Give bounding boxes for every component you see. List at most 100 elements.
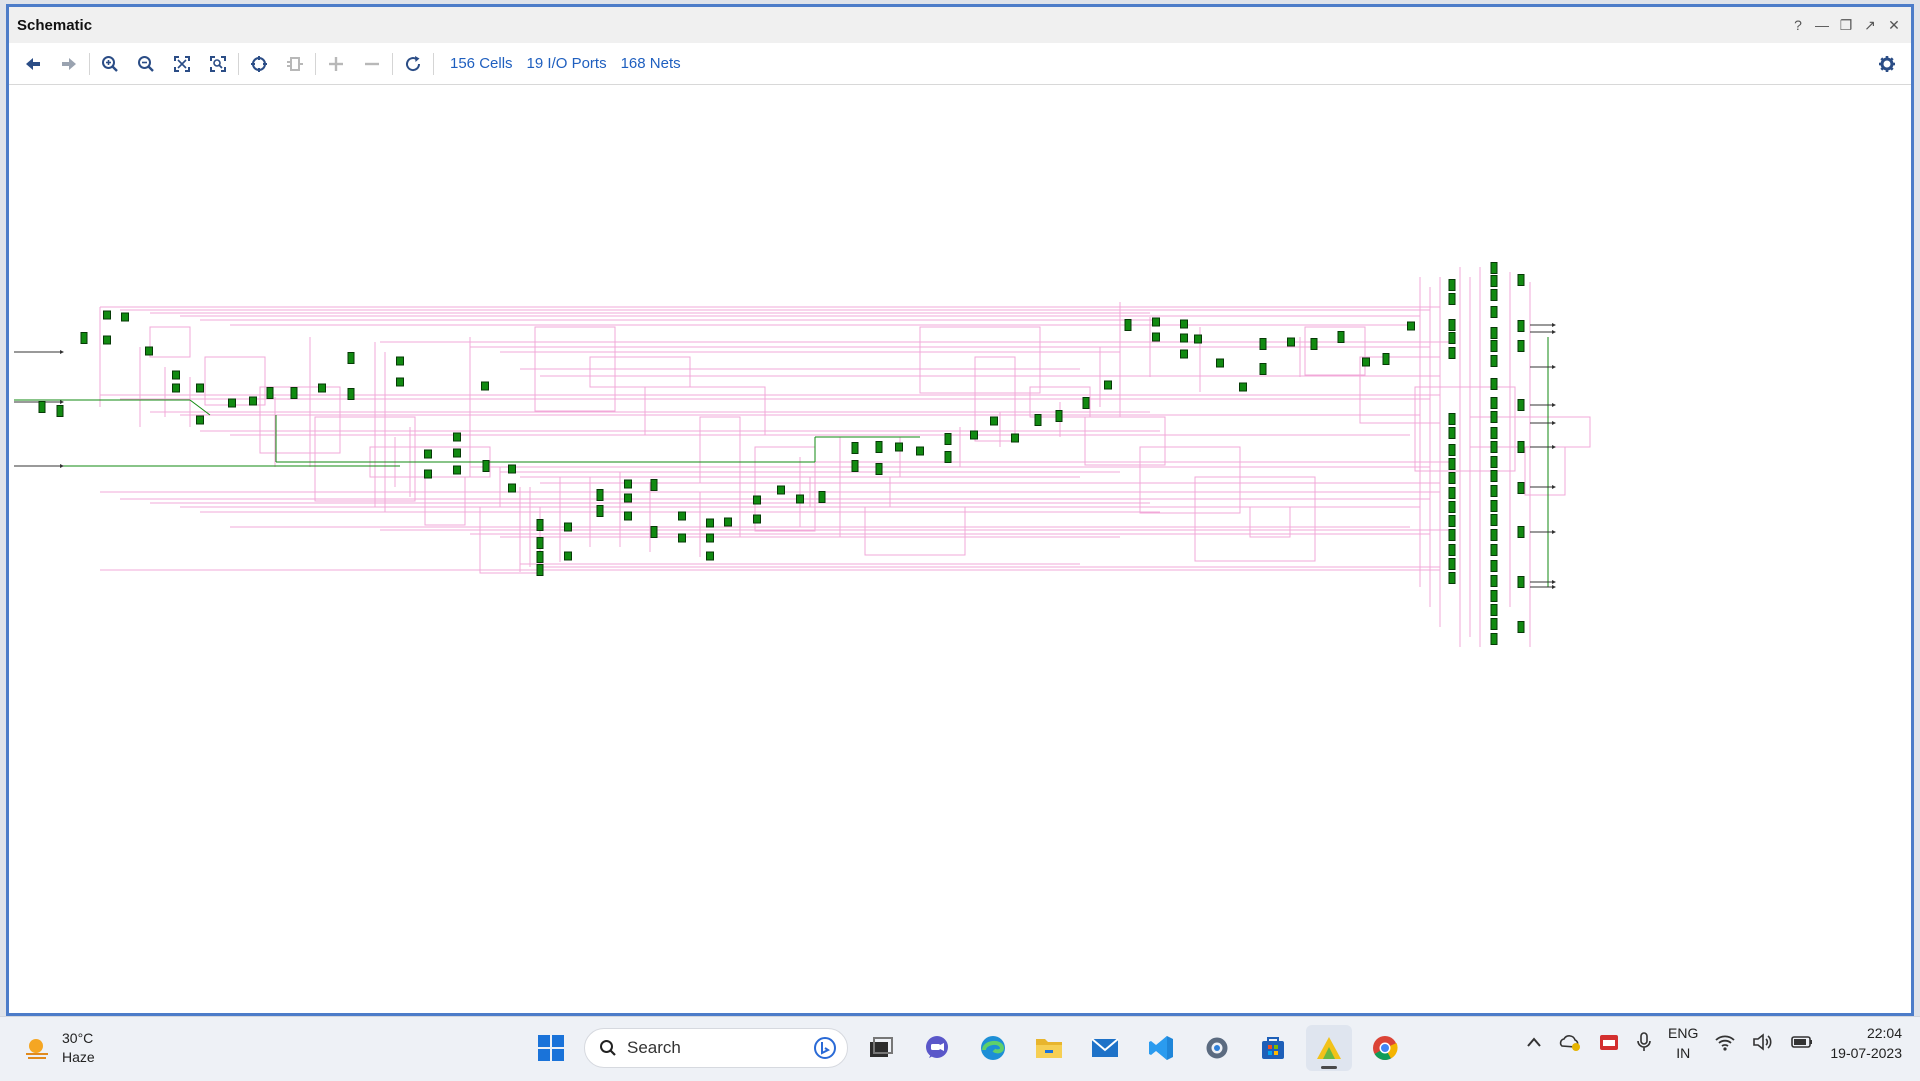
logic-cell[interactable] (1517, 274, 1525, 286)
logic-cell[interactable] (1490, 275, 1498, 287)
logic-cell[interactable] (1490, 427, 1498, 439)
logic-cell[interactable] (990, 416, 998, 426)
output-port[interactable] (1552, 421, 1556, 425)
logic-cell[interactable] (1337, 331, 1345, 343)
logic-cell[interactable] (596, 505, 604, 517)
logic-cell[interactable] (536, 519, 544, 531)
logic-cell[interactable] (1517, 320, 1525, 332)
logic-cell[interactable] (678, 511, 686, 521)
logic-cell[interactable] (508, 464, 516, 474)
logic-cell[interactable] (1490, 289, 1498, 301)
input-port[interactable] (60, 400, 64, 404)
logic-cell[interactable] (650, 479, 658, 491)
logic-cell[interactable] (38, 401, 46, 413)
logic-cell[interactable] (1490, 340, 1498, 352)
nets-count-link[interactable]: 168 Nets (621, 55, 681, 72)
logic-cell[interactable] (1259, 338, 1267, 350)
logic-cell[interactable] (1448, 487, 1456, 499)
logic-cell[interactable] (453, 448, 461, 458)
logic-cell[interactable] (1448, 332, 1456, 344)
logic-cell[interactable] (753, 514, 761, 524)
language-indicator[interactable]: ENG IN (1668, 1023, 1698, 1063)
logic-cell[interactable] (706, 551, 714, 561)
logic-cell[interactable] (1490, 306, 1498, 318)
logic-cell[interactable] (347, 388, 355, 400)
logic-cell[interactable] (228, 398, 236, 408)
logic-cell[interactable] (1490, 456, 1498, 468)
logic-cell[interactable] (1180, 333, 1188, 343)
logic-cell[interactable] (1517, 576, 1525, 588)
expand-cell-button[interactable] (277, 49, 313, 79)
output-port[interactable] (1552, 403, 1556, 407)
schematic-diagram[interactable] (9, 85, 1911, 1013)
logic-cell[interactable] (1490, 262, 1498, 274)
minimize-icon[interactable]: — (1813, 16, 1831, 34)
zoom-area-button[interactable] (200, 49, 236, 79)
logic-cell[interactable] (1216, 358, 1224, 368)
logic-cell[interactable] (1310, 338, 1318, 350)
task-view-button[interactable] (858, 1025, 904, 1071)
logic-cell[interactable] (624, 493, 632, 503)
net-loop[interactable] (1249, 506, 1291, 538)
back-button[interactable] (15, 49, 51, 79)
add-button[interactable] (318, 49, 354, 79)
logic-cell[interactable] (1490, 529, 1498, 541)
net-loop[interactable] (1359, 356, 1441, 424)
vivado-button[interactable] (1306, 1025, 1352, 1071)
logic-cell[interactable] (1407, 321, 1415, 331)
logic-cell[interactable] (1448, 293, 1456, 305)
logic-cell[interactable] (1194, 334, 1202, 344)
logic-cell[interactable] (851, 442, 859, 454)
logic-cell[interactable] (1382, 353, 1390, 365)
logic-cell[interactable] (1490, 514, 1498, 526)
edge-button[interactable] (970, 1025, 1016, 1071)
logic-cell[interactable] (508, 483, 516, 493)
net-loop[interactable] (424, 476, 466, 526)
logic-cell[interactable] (851, 460, 859, 472)
float-icon[interactable]: ↗ (1861, 16, 1879, 34)
microphone-icon[interactable] (1636, 1031, 1652, 1056)
logic-cell[interactable] (706, 533, 714, 543)
logic-cell[interactable] (56, 405, 64, 417)
output-port[interactable] (1552, 530, 1556, 534)
net-loop[interactable] (1524, 446, 1566, 496)
logic-cell[interactable] (650, 526, 658, 538)
zoom-in-button[interactable] (92, 49, 128, 79)
logic-cell[interactable] (482, 460, 490, 472)
logic-cell[interactable] (1490, 544, 1498, 556)
teams-chat-button[interactable] (914, 1025, 960, 1071)
logic-cell[interactable] (875, 441, 883, 453)
chrome-button[interactable] (1362, 1025, 1408, 1071)
logic-cell[interactable] (536, 537, 544, 549)
logic-cell[interactable] (1490, 327, 1498, 339)
battery-icon[interactable] (1790, 1034, 1814, 1053)
logic-cell[interactable] (564, 551, 572, 561)
output-port[interactable] (1552, 330, 1556, 334)
zoom-out-button[interactable] (128, 49, 164, 79)
logic-cell[interactable] (1490, 500, 1498, 512)
logic-cell[interactable] (1259, 363, 1267, 375)
clock[interactable]: 22:04 19-07-2023 (1830, 1023, 1902, 1063)
calendar-app-icon[interactable] (1598, 1032, 1620, 1055)
io-ports-count-link[interactable]: 19 I/O Ports (527, 55, 607, 72)
net-loop[interactable] (644, 386, 766, 436)
logic-cell[interactable] (678, 533, 686, 543)
input-port[interactable] (60, 350, 64, 354)
logic-cell[interactable] (172, 383, 180, 393)
logic-cell[interactable] (1448, 444, 1456, 456)
logic-cell[interactable] (196, 415, 204, 425)
logic-cell[interactable] (1180, 349, 1188, 359)
logic-cell[interactable] (1490, 355, 1498, 367)
weather-widget[interactable]: 30°C Haze (22, 1029, 95, 1067)
logic-cell[interactable] (1448, 501, 1456, 513)
logic-cell[interactable] (624, 479, 632, 489)
net-loop[interactable] (1304, 326, 1366, 376)
logic-cell[interactable] (103, 335, 111, 345)
logic-cell[interactable] (1362, 357, 1370, 367)
input-port[interactable] (60, 464, 64, 468)
net-loop[interactable] (919, 326, 1041, 394)
logic-cell[interactable] (1448, 427, 1456, 439)
net-loop[interactable] (699, 416, 741, 484)
logic-cell[interactable] (481, 381, 489, 391)
output-port[interactable] (1552, 485, 1556, 489)
